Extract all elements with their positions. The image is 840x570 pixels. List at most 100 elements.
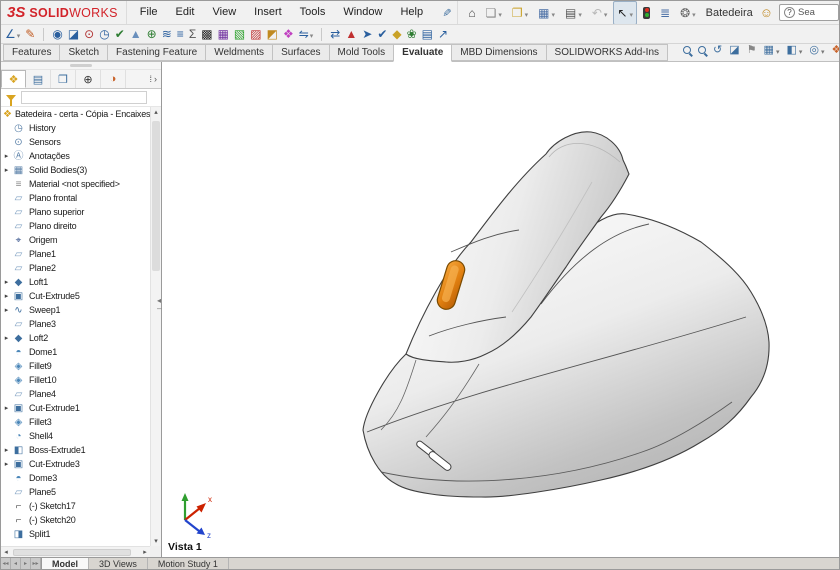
menu-item[interactable]: File [131,1,167,24]
tree-item[interactable]: ▱ Plane4 [1,387,150,401]
tree-item[interactable]: ▣ Cut-Extrude1 [1,401,150,415]
tree-item[interactable]: ◔ Shell4 [1,429,150,443]
tab-nav-button[interactable]: ▸▸ [31,558,41,569]
tree-item[interactable]: ▣ Cut-Extrude3 [1,457,150,471]
ribbon-tab[interactable]: SOLIDWORKS Add-Ins [546,44,668,61]
scroll-thumb[interactable] [152,121,160,271]
model-3d[interactable] [162,62,839,557]
view-tool[interactable]: ❖ [832,41,840,59]
scroll-right-icon[interactable]: ▸ [140,548,150,556]
scroll-thumb[interactable] [13,549,131,556]
ribbon-tool[interactable]: ◆ [392,28,401,41]
ribbon-tool[interactable]: ◩ [267,28,278,41]
ribbon-tool[interactable]: ❖ [283,28,294,41]
ribbon-tab[interactable]: Weldments [205,44,273,61]
ribbon-tool[interactable]: ❀ [407,28,417,41]
tree-item[interactable]: ▦ Solid Bodies(3) [1,163,150,177]
expand-arrow-icon[interactable] [1,334,12,342]
tab-nav-button[interactable]: ◂ [11,558,21,569]
ribbon-tool[interactable]: ∠ [5,25,20,43]
ribbon-tool[interactable] [40,28,47,41]
ribbon-tool[interactable]: ▧ [234,28,245,41]
panel-tab[interactable]: ◑ [101,70,126,88]
panel-splitter-icon[interactable]: ◂– [157,297,162,313]
tab-nav-button[interactable]: ◂◂ [1,558,11,569]
ribbon-tool[interactable]: ▲ [130,28,142,41]
tree-item[interactable]: ▱ Plane1 [1,247,150,261]
toolbar-button[interactable]: ↖ [613,1,637,25]
toolbar-button[interactable] [639,4,654,22]
panel-tab[interactable]: ▤ [26,70,51,88]
ribbon-tool[interactable]: ◪ [68,28,79,41]
ribbon-tool[interactable]: ▲ [345,28,357,41]
expand-arrow-icon[interactable] [1,292,12,300]
expand-arrow-icon[interactable] [1,460,12,468]
view-tool[interactable]: ▦ [764,41,780,59]
panel-drag-handle[interactable] [1,62,161,70]
tree-item[interactable]: ◓ Dome3 [1,471,150,485]
tree-item[interactable]: ◈ Fillet9 [1,359,150,373]
ribbon-tab[interactable]: Sketch [59,44,108,61]
toolbar-button[interactable]: ▤ [561,1,586,25]
ribbon-tab[interactable]: MBD Dimensions [451,44,546,61]
tree-item[interactable]: ◧ Boss-Extrude1 [1,443,150,457]
panel-tab[interactable]: ❖ [1,70,26,88]
scroll-left-icon[interactable]: ◂ [1,548,11,556]
ribbon-tab[interactable]: Features [3,44,60,61]
ribbon-tool[interactable]: Σ [189,28,196,41]
menu-item[interactable]: Help [391,1,432,24]
tree-item[interactable]: ◆ Loft2 [1,331,150,345]
tree-root-item[interactable]: ❖ Batedeira - certa - Cópia - Encaixes (… [1,107,150,121]
tree-item[interactable]: ◆ Loft1 [1,275,150,289]
view-tool[interactable]: ◪ [729,44,739,56]
document-tab[interactable]: Model [41,558,89,569]
ribbon-tool[interactable]: ◉ [52,28,62,41]
ribbon-tool[interactable]: ▨ [250,28,261,41]
expand-arrow-icon[interactable] [1,278,12,286]
view-tool[interactable] [698,46,706,54]
menu-item[interactable]: Edit [167,1,204,24]
toolbar-button[interactable]: ↶ [588,1,612,25]
tree-item[interactable]: ◷ History [1,121,150,135]
tree-item[interactable]: ▣ Cut-Extrude5 [1,289,150,303]
expand-arrow-icon[interactable] [1,152,12,160]
expand-arrow-icon[interactable] [1,166,12,174]
tree-item[interactable]: ⊙ Sensors [1,135,150,149]
tree-item[interactable]: ∿ Sweep1 [1,303,150,317]
ribbon-tool[interactable]: ▩ [201,28,212,41]
ribbon-tool[interactable]: ⊙ [84,28,94,41]
tree-item[interactable]: ◓ Dome1 [1,345,150,359]
toolbar-button[interactable]: ❐ [508,1,532,25]
scroll-down-icon[interactable]: ▾ [151,537,161,545]
tree-vertical-scrollbar[interactable]: ▴ ▾ [150,107,161,546]
ribbon-tab[interactable]: Surfaces [272,44,329,61]
graphics-viewport[interactable]: x z Vista 1 [162,62,839,557]
tree-item[interactable]: Ⓐ Anotações [1,149,150,163]
menu-item[interactable]: Tools [291,1,335,24]
ribbon-tool[interactable]: ✎ [25,28,35,41]
view-tool[interactable]: ◎ [809,41,824,59]
ribbon-tool[interactable]: ◷ [99,28,109,41]
tree-item[interactable]: ≡ Material <not specified> [1,177,150,191]
tab-nav-button[interactable]: ▸ [21,558,31,569]
toolbar-button[interactable]: ▦ [534,1,559,25]
ribbon-tool[interactable]: ✔ [377,28,387,41]
tree-item[interactable]: ⌐ (-) Sketch17 [1,499,150,513]
tree-item[interactable]: ▱ Plano frontal [1,191,150,205]
tree-item[interactable]: ▱ Plano direito [1,219,150,233]
tree-item[interactable]: ▱ Plane2 [1,261,150,275]
document-tab[interactable]: 3D Views [89,558,148,569]
toolbar-button[interactable]: ❏ [482,1,506,25]
panel-tab-overflow[interactable]: ⁞› [145,70,161,88]
tree-item[interactable]: ▱ Plane3 [1,317,150,331]
tree-item[interactable]: ⌐ (-) Sketch20 [1,513,150,527]
ribbon-tool[interactable]: ✔ [115,28,125,41]
menu-item[interactable]: Window [334,1,391,24]
tree-horizontal-scrollbar[interactable]: ◂ ▸ [1,546,150,557]
ribbon-tool[interactable]: ⇋ [299,25,314,43]
ribbon-tab[interactable]: Mold Tools [329,44,395,61]
feedback-smiley-icon[interactable]: ☺ [754,5,779,20]
tree-item[interactable]: ◈ Fillet10 [1,373,150,387]
ribbon-tool[interactable]: ≡ [177,28,184,41]
ribbon-tool[interactable]: ⊕ [147,28,157,41]
